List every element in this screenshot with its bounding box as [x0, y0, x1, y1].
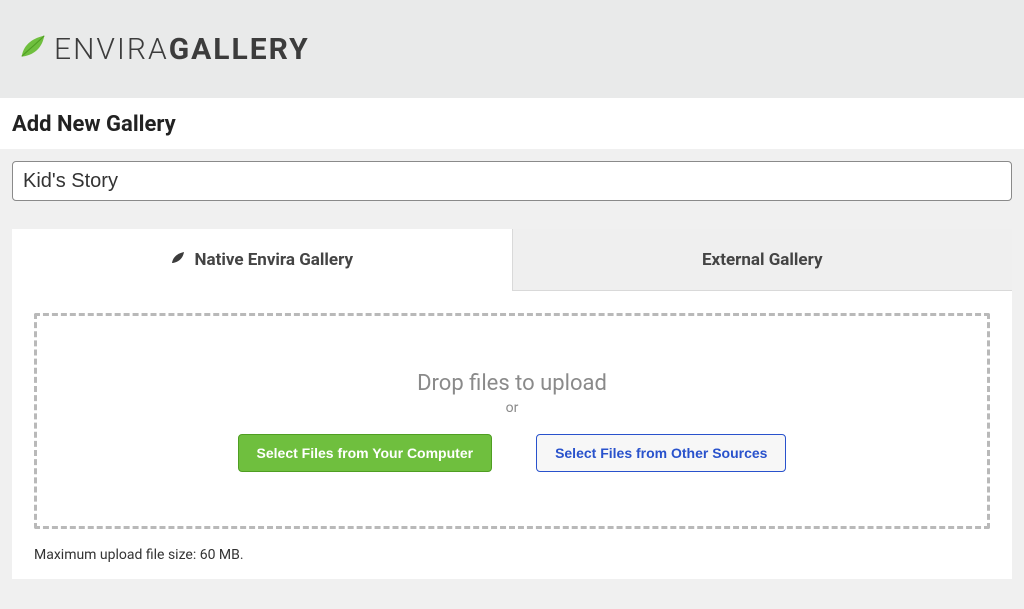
- leaf-icon: [18, 32, 48, 66]
- tab-native-label: Native Envira Gallery: [194, 250, 353, 270]
- logo-text-light: ENVIRA: [54, 32, 169, 67]
- logo-text-bold: GALLERY: [169, 32, 310, 67]
- tab-native-envira[interactable]: Native Envira Gallery: [12, 229, 512, 291]
- page-title-bar: Add New Gallery: [0, 98, 1024, 149]
- tab-external-gallery[interactable]: External Gallery: [512, 229, 1013, 291]
- logo: ENVIRAGALLERY: [18, 32, 310, 67]
- logo-text: ENVIRAGALLERY: [54, 32, 310, 67]
- content-area: Native Envira Gallery External Gallery D…: [0, 149, 1024, 591]
- select-files-other-sources-button[interactable]: Select Files from Other Sources: [536, 434, 786, 472]
- tabs-container: Native Envira Gallery External Gallery D…: [12, 229, 1012, 579]
- tab-external-label: External Gallery: [702, 250, 823, 270]
- select-files-computer-button[interactable]: Select Files from Your Computer: [238, 434, 493, 472]
- page-title: Add New Gallery: [12, 112, 1012, 137]
- gallery-title-input[interactable]: [12, 161, 1012, 201]
- dropzone-heading: Drop files to upload: [417, 371, 607, 396]
- tab-row: Native Envira Gallery External Gallery: [12, 229, 1012, 291]
- header-banner: ENVIRAGALLERY: [0, 0, 1024, 98]
- upload-size-note: Maximum upload file size: 60 MB.: [34, 547, 990, 563]
- tab-panel-native: Drop files to upload or Select Files fro…: [12, 291, 1012, 579]
- dropzone-or: or: [506, 400, 519, 416]
- leaf-icon: [170, 250, 186, 271]
- upload-dropzone[interactable]: Drop files to upload or Select Files fro…: [34, 313, 990, 529]
- dropzone-button-row: Select Files from Your Computer Select F…: [238, 434, 787, 472]
